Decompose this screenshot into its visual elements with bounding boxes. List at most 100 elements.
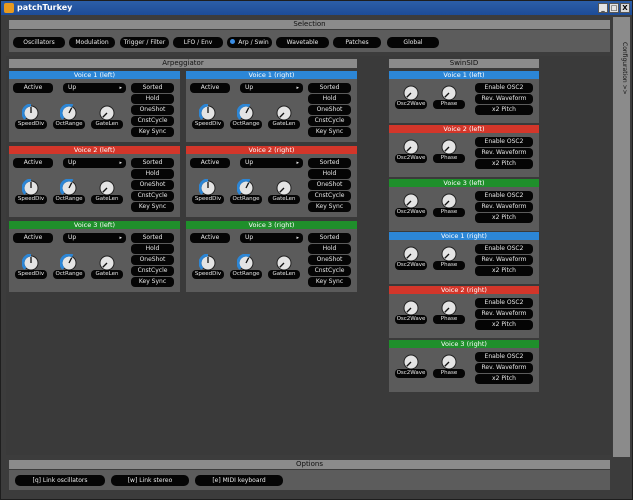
rev-waveform-button[interactable]: Rev. Waveform — [475, 94, 533, 104]
active-toggle[interactable]: Active — [13, 83, 53, 93]
osc2wave-knob[interactable]: Osc2Wave — [395, 192, 427, 217]
key-sync-button[interactable]: Key Sync — [308, 202, 351, 212]
osc2wave-knob[interactable]: Osc2Wave — [395, 353, 427, 378]
phase-knob[interactable]: Phase — [433, 353, 465, 378]
enable-osc2-button[interactable]: Enable OSC2 — [475, 298, 533, 309]
mode-dropdown[interactable]: Up ▸ — [240, 83, 303, 93]
tab-arp-swin[interactable]: Arp / Swin — [227, 37, 272, 48]
rev-waveform-button[interactable]: Rev. Waveform — [475, 309, 533, 320]
active-toggle[interactable]: Active — [13, 233, 53, 243]
key-sync-button[interactable]: Key Sync — [308, 277, 351, 287]
speeddiv-knob[interactable]: SpeedDiv — [192, 178, 224, 204]
tab-patches[interactable]: Patches — [333, 37, 381, 48]
octrange-knob[interactable]: OctRange — [230, 103, 262, 129]
osc2wave-knob[interactable]: Osc2Wave — [395, 84, 427, 109]
key-sync-button[interactable]: Key Sync — [131, 127, 174, 137]
knob-dial[interactable] — [402, 192, 420, 210]
tab-global[interactable]: Global — [387, 37, 439, 48]
option-button-0[interactable]: [q] Link oscillators — [15, 475, 105, 486]
minimize-button[interactable]: _ — [598, 3, 608, 13]
cnstcycle-button[interactable]: CnstCycle — [131, 116, 174, 126]
hold-button[interactable]: Hold — [131, 169, 174, 179]
close-button[interactable]: X — [620, 3, 630, 13]
tab-modulation[interactable]: Modulation — [69, 37, 115, 48]
x2-pitch-button[interactable]: x2 Pitch — [475, 158, 533, 169]
key-sync-button[interactable]: Key Sync — [131, 202, 174, 212]
knob-dial[interactable] — [440, 192, 458, 210]
cnstcycle-button[interactable]: CnstCycle — [131, 191, 174, 201]
phase-knob[interactable]: Phase — [433, 84, 465, 109]
mode-dropdown[interactable]: Up ▸ — [63, 233, 126, 243]
osc2wave-knob[interactable]: Osc2Wave — [395, 138, 427, 163]
oneshot-button[interactable]: OneShot — [308, 255, 351, 265]
octrange-knob[interactable]: OctRange — [53, 178, 85, 204]
osc2wave-knob[interactable]: Osc2Wave — [395, 299, 427, 325]
active-toggle[interactable]: Active — [190, 158, 230, 168]
sorted-button[interactable]: Sorted — [131, 158, 174, 168]
speeddiv-knob[interactable]: SpeedDiv — [192, 253, 224, 279]
oneshot-button[interactable]: OneShot — [131, 105, 174, 115]
phase-knob[interactable]: Phase — [433, 245, 465, 271]
tab-trigger-filter[interactable]: Trigger / Filter — [120, 37, 169, 48]
active-toggle[interactable]: Active — [190, 83, 230, 93]
rev-waveform-button[interactable]: Rev. Waveform — [475, 201, 533, 212]
oneshot-button[interactable]: OneShot — [308, 105, 351, 115]
key-sync-button[interactable]: Key Sync — [308, 127, 351, 137]
active-toggle[interactable]: Active — [190, 233, 230, 243]
gatelen-knob[interactable]: GateLen — [268, 254, 300, 279]
octrange-knob[interactable]: OctRange — [53, 103, 85, 129]
enable-osc2-button[interactable]: Enable OSC2 — [475, 352, 533, 362]
enable-osc2-button[interactable]: Enable OSC2 — [475, 244, 533, 255]
mode-dropdown[interactable]: Up ▸ — [63, 158, 126, 168]
cnstcycle-button[interactable]: CnstCycle — [131, 266, 174, 276]
osc2wave-knob[interactable]: Osc2Wave — [395, 245, 427, 271]
speeddiv-knob[interactable]: SpeedDiv — [192, 103, 224, 129]
phase-knob[interactable]: Phase — [433, 192, 465, 217]
cnstcycle-button[interactable]: CnstCycle — [308, 266, 351, 276]
active-toggle[interactable]: Active — [13, 158, 53, 168]
configuration-toggle[interactable]: Configuration >> — [613, 17, 630, 457]
hold-button[interactable]: Hold — [131, 94, 174, 104]
option-button-2[interactable]: [e] MIDI keyboard — [195, 475, 283, 486]
gatelen-knob[interactable]: GateLen — [268, 179, 300, 204]
x2-pitch-button[interactable]: x2 Pitch — [475, 212, 533, 223]
x2-pitch-button[interactable]: x2 Pitch — [475, 105, 533, 115]
x2-pitch-button[interactable]: x2 Pitch — [475, 266, 533, 277]
octrange-knob[interactable]: OctRange — [230, 178, 262, 204]
oneshot-button[interactable]: OneShot — [131, 180, 174, 190]
sorted-button[interactable]: Sorted — [308, 158, 351, 168]
x2-pitch-button[interactable]: x2 Pitch — [475, 374, 533, 384]
enable-osc2-button[interactable]: Enable OSC2 — [475, 83, 533, 93]
gatelen-knob[interactable]: GateLen — [91, 254, 123, 279]
speeddiv-knob[interactable]: SpeedDiv — [15, 103, 47, 129]
octrange-knob[interactable]: OctRange — [230, 253, 262, 279]
rev-waveform-button[interactable]: Rev. Waveform — [475, 363, 533, 373]
enable-osc2-button[interactable]: Enable OSC2 — [475, 190, 533, 201]
hold-button[interactable]: Hold — [308, 94, 351, 104]
octrange-knob[interactable]: OctRange — [53, 253, 85, 279]
enable-osc2-button[interactable]: Enable OSC2 — [475, 136, 533, 147]
speeddiv-knob[interactable]: SpeedDiv — [15, 178, 47, 204]
gatelen-knob[interactable]: GateLen — [91, 104, 123, 129]
sorted-button[interactable]: Sorted — [131, 83, 174, 93]
sorted-button[interactable]: Sorted — [308, 83, 351, 93]
key-sync-button[interactable]: Key Sync — [131, 277, 174, 287]
hold-button[interactable]: Hold — [308, 169, 351, 179]
phase-knob[interactable]: Phase — [433, 138, 465, 163]
tab-lfo-env[interactable]: LFO / Env — [173, 37, 223, 48]
hold-button[interactable]: Hold — [308, 244, 351, 254]
phase-knob[interactable]: Phase — [433, 299, 465, 325]
option-button-1[interactable]: [w] Link stereo — [111, 475, 189, 486]
cnstcycle-button[interactable]: CnstCycle — [308, 191, 351, 201]
tab-oscillators[interactable]: Oscillators — [13, 37, 65, 48]
mode-dropdown[interactable]: Up ▸ — [63, 83, 126, 93]
sorted-button[interactable]: Sorted — [308, 233, 351, 243]
mode-dropdown[interactable]: Up ▸ — [240, 158, 303, 168]
gatelen-knob[interactable]: GateLen — [268, 104, 300, 129]
oneshot-button[interactable]: OneShot — [131, 255, 174, 265]
sorted-button[interactable]: Sorted — [131, 233, 174, 243]
hold-button[interactable]: Hold — [131, 244, 174, 254]
speeddiv-knob[interactable]: SpeedDiv — [15, 253, 47, 279]
oneshot-button[interactable]: OneShot — [308, 180, 351, 190]
maximize-button[interactable]: □ — [609, 3, 619, 13]
